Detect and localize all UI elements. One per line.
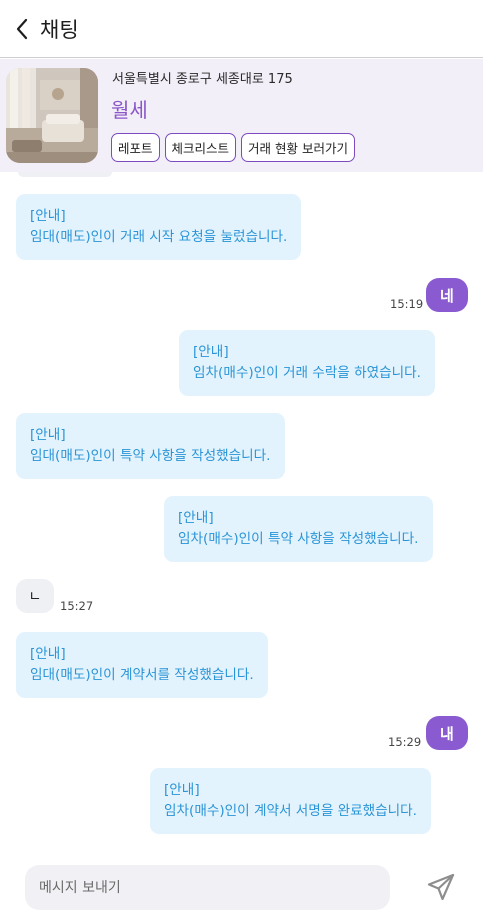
notice-title: [안내] bbox=[30, 427, 66, 443]
back-button[interactable] bbox=[2, 0, 42, 58]
deal-status-button[interactable]: 거래 현황 보러가기 bbox=[241, 133, 355, 162]
notice-text: 임대(매도)인이 특약 사항을 작성했습니다. bbox=[30, 448, 271, 464]
message-time: 15:19 bbox=[390, 297, 424, 311]
my-message-bubble: 네 bbox=[426, 278, 468, 312]
notice-title: [안내] bbox=[164, 782, 200, 798]
message-time: 15:27 bbox=[60, 599, 94, 613]
send-icon bbox=[427, 873, 455, 901]
notice-message: [안내] 임차(매수)인이 거래 수락을 하였습니다. bbox=[179, 330, 435, 396]
page-title: 채팅 bbox=[40, 17, 79, 42]
my-message-bubble: 내 bbox=[426, 716, 468, 750]
notice-message: [안내] 임대(매도)인이 특약 사항을 작성했습니다. bbox=[16, 413, 285, 479]
property-address: 서울특별시 종로구 세종대로 175 bbox=[112, 72, 293, 87]
previous-message-bubble bbox=[18, 172, 112, 177]
notice-text: 임차(매수)인이 특약 사항을 작성했습니다. bbox=[178, 531, 419, 547]
property-card: 서울특별시 종로구 세종대로 175 월세 레포트 체크리스트 거래 현황 보러… bbox=[0, 59, 483, 172]
notice-title: [안내] bbox=[30, 208, 66, 224]
notice-text: 임대(매도)인이 계약서를 작성했습니다. bbox=[30, 667, 254, 683]
message-time: 15:29 bbox=[388, 735, 422, 749]
notice-text: 임대(매도)인이 거래 시작 요청을 눌렀습니다. bbox=[30, 229, 288, 245]
notice-message: [안내] 임차(매수)인이 계약서 서명을 완료했습니다. bbox=[150, 768, 432, 834]
notice-text: 임차(매수)인이 거래 수락을 하였습니다. bbox=[193, 365, 421, 381]
message-input[interactable] bbox=[25, 865, 390, 910]
send-button[interactable] bbox=[426, 872, 456, 902]
property-type: 월세 bbox=[111, 98, 148, 122]
notice-title: [안내] bbox=[30, 646, 66, 662]
report-button[interactable]: 레포트 bbox=[111, 133, 160, 162]
app-header: 채팅 bbox=[0, 0, 483, 58]
notice-text: 임차(매수)인이 계약서 서명을 완료했습니다. bbox=[164, 803, 418, 819]
chevron-left-icon bbox=[16, 18, 28, 39]
notice-title: [안내] bbox=[193, 344, 229, 360]
checklist-button[interactable]: 체크리스트 bbox=[164, 133, 237, 162]
message-composer bbox=[0, 860, 483, 912]
notice-message: [안내] 임차(매수)인이 특약 사항을 작성했습니다. bbox=[164, 496, 433, 562]
other-message-bubble: ㄴ bbox=[16, 579, 54, 613]
notice-message: [안내] 임대(매도)인이 계약서를 작성했습니다. bbox=[16, 632, 268, 698]
notice-title: [안내] bbox=[178, 510, 214, 526]
notice-message: [안내] 임대(매도)인이 거래 시작 요청을 눌렀습니다. bbox=[16, 194, 302, 260]
property-thumbnail[interactable] bbox=[6, 68, 98, 163]
